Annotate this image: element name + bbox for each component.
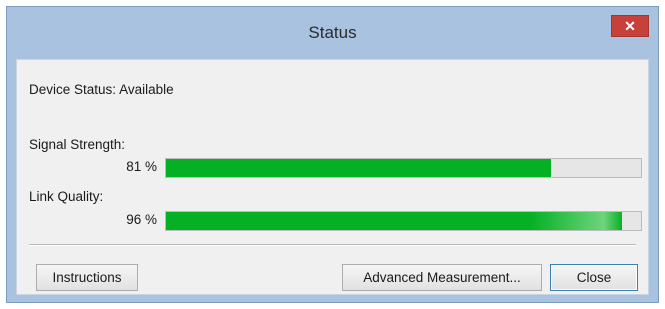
device-status-value: Available	[119, 82, 174, 97]
window-title: Status	[308, 23, 357, 42]
link-quality-fill	[166, 212, 622, 230]
link-quality-percent: 96 %	[126, 212, 157, 227]
dialog-body: Device Status: Available Signal Strength…	[16, 59, 649, 295]
link-quality-label: Link Quality:	[29, 189, 104, 204]
signal-strength-label: Signal Strength:	[29, 137, 126, 152]
status-dialog: Status ✕ Device Status: Available Signal…	[6, 6, 659, 303]
close-button[interactable]: Close	[550, 264, 638, 291]
signal-strength-fill	[166, 159, 551, 177]
signal-strength-percent: 81 %	[126, 159, 157, 174]
link-quality-bar	[165, 211, 642, 231]
advanced-measurement-button[interactable]: Advanced Measurement...	[342, 264, 542, 291]
separator	[29, 244, 636, 246]
title-bar[interactable]: Status ✕	[7, 7, 658, 59]
close-icon[interactable]: ✕	[611, 15, 649, 37]
instructions-button[interactable]: Instructions	[36, 264, 138, 291]
signal-strength-bar	[165, 158, 642, 178]
device-status-label: Device Status:	[29, 82, 117, 97]
device-status-row: Device Status: Available	[29, 82, 174, 97]
